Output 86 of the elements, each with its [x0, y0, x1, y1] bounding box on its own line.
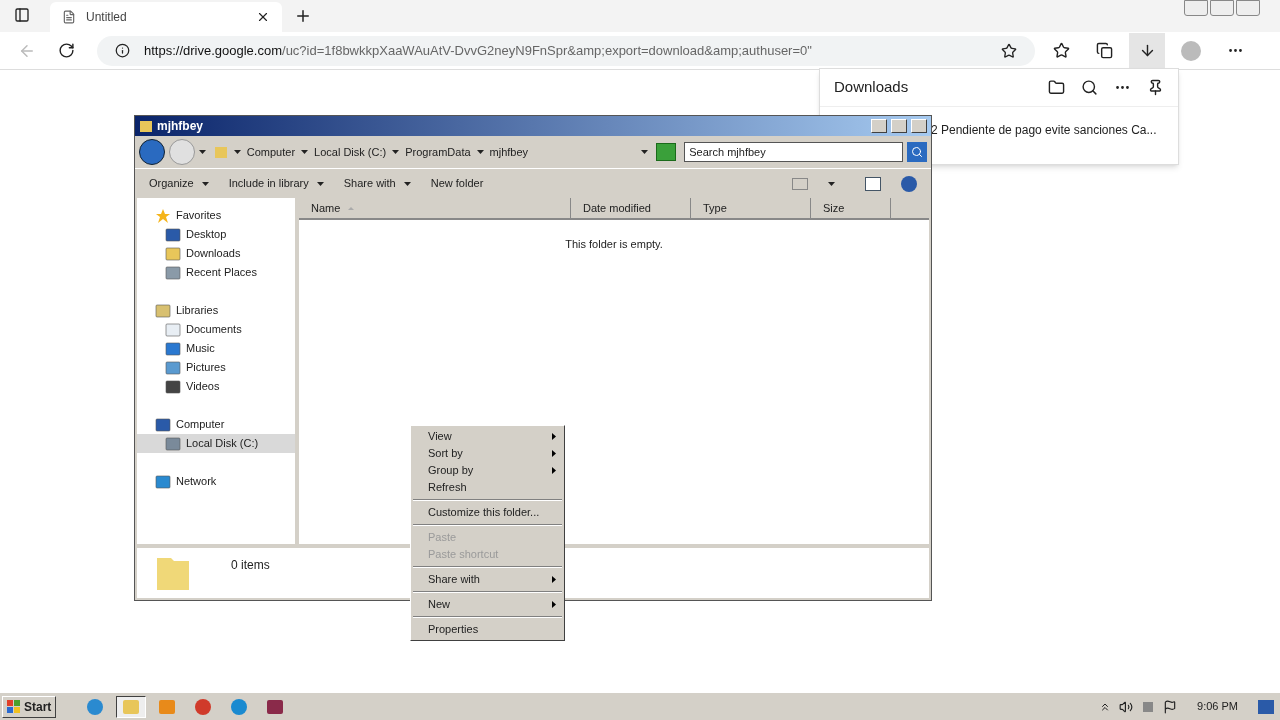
submenu-arrow-icon — [552, 601, 556, 608]
page-icon — [62, 10, 76, 24]
window-title: mjhfbey — [157, 118, 204, 135]
collections-icon[interactable] — [1096, 42, 1113, 59]
caret-icon — [201, 181, 209, 186]
menu-item[interactable]: Sort by — [411, 445, 564, 462]
caret-icon — [403, 181, 411, 186]
minimize-button[interactable] — [871, 119, 887, 133]
toolbar-button[interactable]: Share with — [343, 175, 411, 192]
new-tab-icon[interactable] — [294, 7, 312, 25]
back-button[interactable] — [139, 139, 165, 165]
toolbar-button[interactable]: New folder — [430, 175, 484, 192]
speaker-icon[interactable] — [1119, 699, 1134, 714]
flag-icon[interactable] — [1163, 699, 1178, 714]
windows-logo-icon — [7, 699, 21, 714]
nav-item[interactable]: Desktop — [137, 225, 295, 244]
nav-item[interactable]: Libraries — [137, 301, 295, 320]
search-field[interactable]: Search mjhfbey — [684, 142, 904, 162]
nav-item[interactable]: Pictures — [137, 358, 295, 377]
search-icon[interactable] — [1081, 79, 1098, 96]
reload-icon[interactable] — [58, 42, 75, 59]
nav-item[interactable]: Downloads — [137, 244, 295, 263]
menu-item[interactable]: New — [411, 596, 564, 613]
column-header[interactable]: Date modified — [571, 198, 691, 218]
submenu-arrow-icon — [552, 576, 556, 583]
round-icon — [194, 697, 213, 716]
chevron-icon — [233, 150, 241, 154]
favorites-icon[interactable] — [1053, 42, 1070, 59]
submenu-arrow-icon — [552, 467, 556, 474]
maximize-button[interactable] — [891, 119, 907, 133]
search-icon — [911, 146, 924, 158]
clock: 9:06 PM — [1196, 699, 1239, 715]
nav-item[interactable]: Videos — [137, 377, 295, 396]
pin-icon[interactable] — [1147, 79, 1164, 96]
submenu-arrow-icon — [552, 450, 556, 457]
refresh-button[interactable] — [656, 143, 677, 161]
menu-item[interactable]: Refresh — [411, 479, 564, 496]
breadcrumb-item[interactable]: mjhfbey — [489, 143, 529, 161]
address-field[interactable]: https://drive.google.com/uc?id=1f8bwkkpXaaWAuAtV-DvvG2neyN9FnSpr&amp;export=download&amp;authuser=0" — [97, 35, 1035, 66]
menu-item[interactable]: Group by — [411, 462, 564, 479]
toolbar-button[interactable]: Include in library — [228, 175, 324, 192]
nav-item[interactable]: Favorites — [137, 206, 295, 225]
submenu-arrow-icon — [552, 433, 556, 440]
menu-item[interactable]: Properties — [411, 621, 564, 638]
chevron-icon — [392, 150, 400, 154]
search-button[interactable] — [907, 142, 927, 162]
caret-icon — [198, 150, 206, 154]
nav-item[interactable]: Computer — [137, 415, 295, 434]
star-icon — [155, 207, 171, 224]
sidebar-icon[interactable] — [14, 7, 30, 23]
column-header[interactable]: Type — [691, 198, 811, 218]
menu-item[interactable]: Customize this folder... — [411, 504, 564, 521]
caret-icon — [316, 181, 324, 186]
panel-title: Downloads — [834, 77, 910, 98]
favorite-icon[interactable] — [1001, 42, 1017, 59]
nav-item[interactable]: Recent Places — [137, 263, 295, 282]
preview-pane-button[interactable] — [865, 176, 881, 191]
caret-icon — [641, 150, 649, 154]
help-button[interactable] — [901, 175, 917, 192]
menu-item[interactable]: Share with — [411, 571, 564, 588]
start-button[interactable]: Start — [2, 695, 57, 718]
column-header[interactable]: Name — [299, 198, 571, 218]
chevron-icon — [301, 150, 309, 154]
browser-tab[interactable]: Untitled — [50, 2, 282, 32]
caret-icon — [828, 181, 835, 186]
download-item[interactable]: 2 Pendiente de pago evite sanciones Ca... — [931, 123, 1157, 137]
breadcrumb-item[interactable]: ProgramData — [405, 143, 471, 161]
sort-icon — [348, 206, 355, 210]
empty-message: This folder is empty. — [565, 237, 663, 252]
show-desktop-button[interactable] — [1258, 699, 1274, 714]
toolbar-button[interactable]: Organize — [149, 175, 209, 192]
nav-item[interactable]: Music — [137, 339, 295, 358]
breadcrumb-item[interactable]: Computer — [246, 143, 296, 161]
column-header[interactable]: Size — [811, 198, 891, 218]
chevron-icon — [476, 150, 484, 154]
info-icon — [115, 43, 130, 58]
menu-item[interactable]: View — [411, 428, 564, 445]
close-button[interactable] — [911, 119, 927, 133]
downloads-button[interactable] — [1129, 32, 1165, 69]
nav-item[interactable]: Local Disk (C:) — [137, 434, 295, 453]
nav-item[interactable]: Documents — [137, 320, 295, 339]
breadcrumb-item[interactable]: Local Disk (C:) — [314, 143, 387, 161]
round-icon — [230, 697, 249, 716]
taskbar-app[interactable] — [116, 695, 147, 718]
item-count: 0 items — [231, 557, 270, 574]
nav-item[interactable]: Network — [137, 472, 295, 491]
